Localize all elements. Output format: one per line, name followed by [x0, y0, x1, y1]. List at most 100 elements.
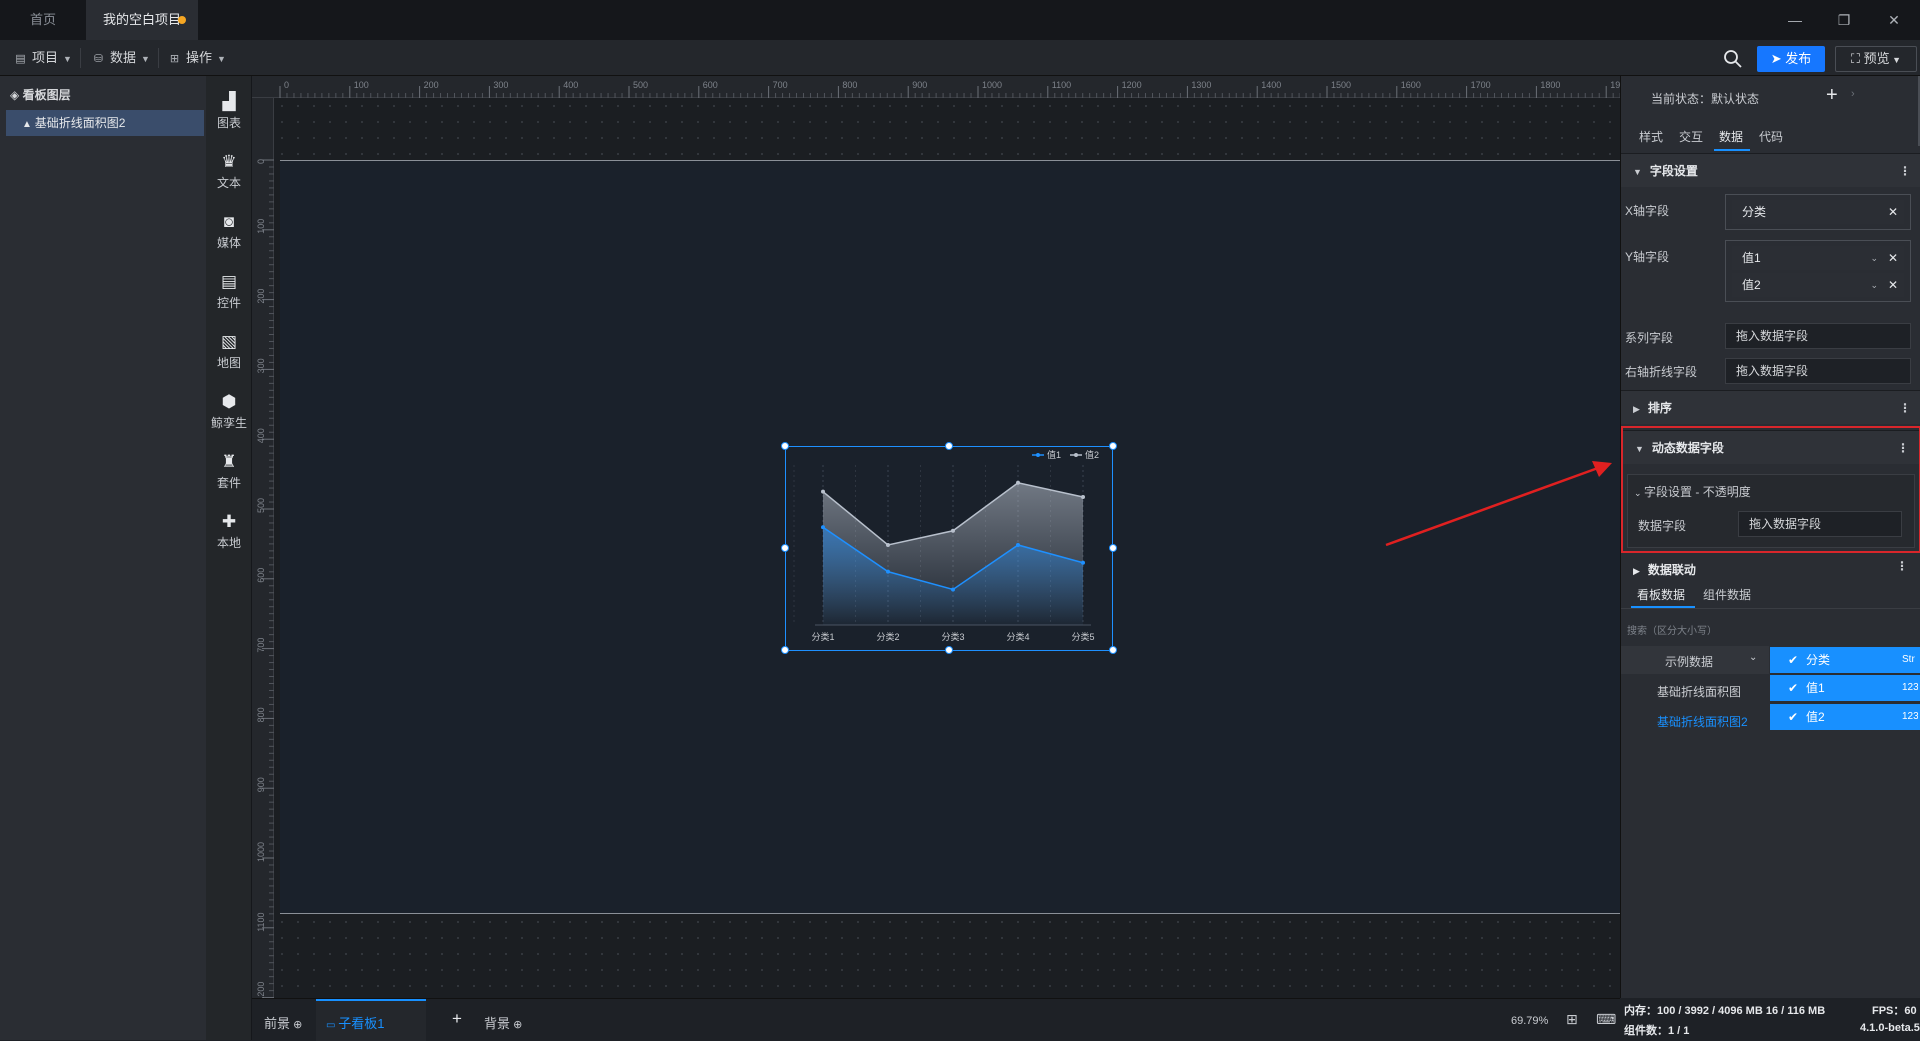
close-icon[interactable]: ✕	[1882, 8, 1906, 32]
resize-handle[interactable]	[1109, 442, 1117, 450]
fit-screen-icon[interactable]: ⊞	[1566, 1011, 1578, 1028]
tab-data[interactable]: 数据	[1719, 128, 1743, 145]
tab-board-data[interactable]: 看板数据	[1637, 586, 1685, 603]
caret-down-icon: ▼	[1633, 167, 1642, 177]
dynamic-field-group-title[interactable]: ⌄ 字段设置 - 不透明度	[1634, 483, 1751, 500]
preview-label: 预览	[1863, 51, 1890, 66]
section-field-settings[interactable]: ▼ 字段设置 ⋮	[1621, 153, 1920, 187]
add-board-button[interactable]: +	[452, 1009, 462, 1029]
resize-handle[interactable]	[781, 646, 789, 654]
category-kit[interactable]: ♜ 套件	[206, 446, 252, 502]
resize-handle[interactable]	[945, 646, 953, 654]
x-field-tag[interactable]: 分类 ✕	[1732, 200, 1904, 224]
resize-handle[interactable]	[1109, 646, 1117, 654]
tab-board-active[interactable]: ▭ 子看板1	[316, 999, 426, 1041]
chevron-down-icon[interactable]: ⌄	[1870, 273, 1878, 297]
add-state-icon[interactable]: +	[1826, 84, 1838, 107]
ruler-label: 300	[493, 80, 508, 90]
field-option[interactable]: ✔ 值2 123	[1770, 704, 1920, 730]
tab-project[interactable]: 我的空白项目	[86, 0, 198, 40]
ruler-label: 600	[703, 80, 718, 90]
category-media[interactable]: ◙ 媒体	[206, 206, 252, 262]
section-sort[interactable]: ▶ 排序 ⋮	[1621, 390, 1920, 424]
category-twin-label: 鲸孪生	[210, 416, 247, 430]
chevron-down-icon: ▼	[141, 54, 150, 64]
grid-icon: ⊞	[169, 53, 180, 65]
layers-icon: ◈	[10, 88, 23, 102]
restore-icon[interactable]: ❐	[1832, 8, 1856, 32]
menu-project[interactable]: ▤ 项目 ▼	[14, 48, 72, 68]
board-tabs-bar: 前景 ⊕ ▭ 子看板1 + 背景 ⊕ 69.79% ⊞ ⌨	[252, 998, 1620, 1041]
category-map[interactable]: ▧ 地图	[206, 326, 252, 382]
category-map-label: 地图	[216, 356, 241, 370]
y-field-tag[interactable]: 值1 ⌄ ✕	[1732, 246, 1904, 270]
memory-readout: 内存：100 / 3992 / 4096 MB 16 / 116 MB	[1624, 1005, 1826, 1017]
section-linkage[interactable]: ▶ 数据联动	[1633, 561, 1696, 578]
more-icon[interactable]: ⋮	[1899, 391, 1911, 425]
ruler-vertical[interactable]: 0 100 200 300 400 500 600 700 800 900 1000 1100 1200	[252, 98, 274, 1002]
zoom-level[interactable]: 69.79%	[1511, 1015, 1548, 1027]
publish-button[interactable]: ➤ 发布	[1757, 46, 1825, 72]
preview-button[interactable]: ⛶ 预览 ▼	[1835, 46, 1917, 72]
remove-icon[interactable]: ✕	[1888, 246, 1898, 270]
tab-foreground-label: 前景	[264, 1016, 291, 1031]
more-icon[interactable]: ⋮	[1896, 559, 1908, 573]
dynamic-data-field-dropzone[interactable]: 拖入数据字段	[1738, 511, 1902, 537]
ruler-horizontal[interactable]: 0 100 200 300 400 500 600 700 800 900 1000 1100 1200…	[252, 76, 1670, 98]
resize-handle[interactable]	[781, 442, 789, 450]
right-axis-field-dropzone[interactable]: 拖入数据字段	[1725, 358, 1911, 384]
plus-circle-icon[interactable]: ⊕	[510, 1019, 522, 1031]
ruler-label: 500	[633, 80, 648, 90]
ruler-label: 0	[284, 80, 289, 90]
ruler-label: 100	[354, 80, 369, 90]
x-field-dropzone[interactable]: 分类 ✕	[1725, 194, 1911, 230]
minimize-icon[interactable]: —	[1783, 8, 1807, 32]
section-dynamic-fields[interactable]: ▼ 动态数据字段 ⋮	[1623, 430, 1919, 464]
tab-interaction[interactable]: 交互	[1679, 128, 1703, 145]
tab-style[interactable]: 样式	[1639, 128, 1663, 145]
remove-icon[interactable]: ✕	[1888, 200, 1898, 224]
category-chart[interactable]: ▟ 图表	[206, 86, 252, 142]
data-source-item[interactable]: 示例数据 ⌄	[1621, 646, 1769, 674]
field-option[interactable]: ✔ 值1 123	[1770, 675, 1920, 701]
category-kit-label: 套件	[216, 476, 241, 490]
layer-item-label: 基础折线面积图2	[34, 116, 126, 130]
plus-circle-icon[interactable]: ⊕	[290, 1019, 302, 1031]
search-hint[interactable]: 搜索（区分大小写）	[1627, 622, 1717, 637]
series-field-dropzone[interactable]: 拖入数据字段	[1725, 323, 1911, 349]
chart-component[interactable]: 分类1 分类2 分类3 分类4 分类5 值1 值2	[781, 442, 1117, 654]
tab-background[interactable]: 背景 ⊕	[484, 1013, 522, 1032]
field-option[interactable]: ✔ 分类 Str	[1770, 647, 1920, 673]
resize-handle[interactable]	[945, 442, 953, 450]
tab-foreground[interactable]: 前景 ⊕	[264, 1013, 302, 1032]
more-icon[interactable]: ⋮	[1897, 431, 1909, 465]
remove-icon[interactable]: ✕	[1888, 273, 1898, 297]
category-twin[interactable]: ⬢ 鲸孪生	[206, 386, 252, 442]
menu-data[interactable]: ⛁ 数据 ▼	[92, 48, 150, 68]
chevron-down-icon[interactable]: ⌄	[1870, 246, 1878, 270]
menu-operate[interactable]: ⊞ 操作 ▼	[168, 48, 226, 68]
more-icon[interactable]: ⋮	[1899, 154, 1911, 188]
chevron-right-icon[interactable]: ›	[1851, 88, 1855, 100]
caret-right-icon: ▶	[1633, 404, 1640, 414]
tab-home[interactable]: 首页	[0, 0, 86, 40]
tab-code[interactable]: 代码	[1759, 128, 1783, 145]
resize-handle[interactable]	[1109, 544, 1117, 552]
menu-project-label: 项目	[32, 50, 59, 65]
ruler-label: 1200	[1122, 80, 1142, 90]
search-icon[interactable]	[1722, 48, 1744, 70]
data-source-item[interactable]: 基础折线面积图2	[1657, 713, 1748, 730]
y-field-dropzone[interactable]: 值1 ⌄ ✕ 值2 ⌄ ✕	[1725, 240, 1911, 302]
data-source-item[interactable]: 基础折线面积图	[1657, 683, 1741, 700]
layer-item[interactable]: ▲ 基础折线面积图2	[6, 110, 204, 136]
tab-component-data[interactable]: 组件数据	[1703, 586, 1751, 603]
category-local[interactable]: ✚ 本地	[206, 506, 252, 562]
unsaved-dot	[178, 16, 186, 24]
resize-handle[interactable]	[781, 544, 789, 552]
category-text[interactable]: ♛ 文本	[206, 146, 252, 202]
section-field-settings-title: 字段设置	[1649, 164, 1698, 178]
keyboard-icon[interactable]: ⌨	[1596, 1011, 1616, 1028]
category-control[interactable]: ▤ 控件	[206, 266, 252, 322]
y-field-tag[interactable]: 值2 ⌄ ✕	[1732, 273, 1904, 297]
component-count: 组件数：1 / 1	[1624, 1025, 1690, 1037]
